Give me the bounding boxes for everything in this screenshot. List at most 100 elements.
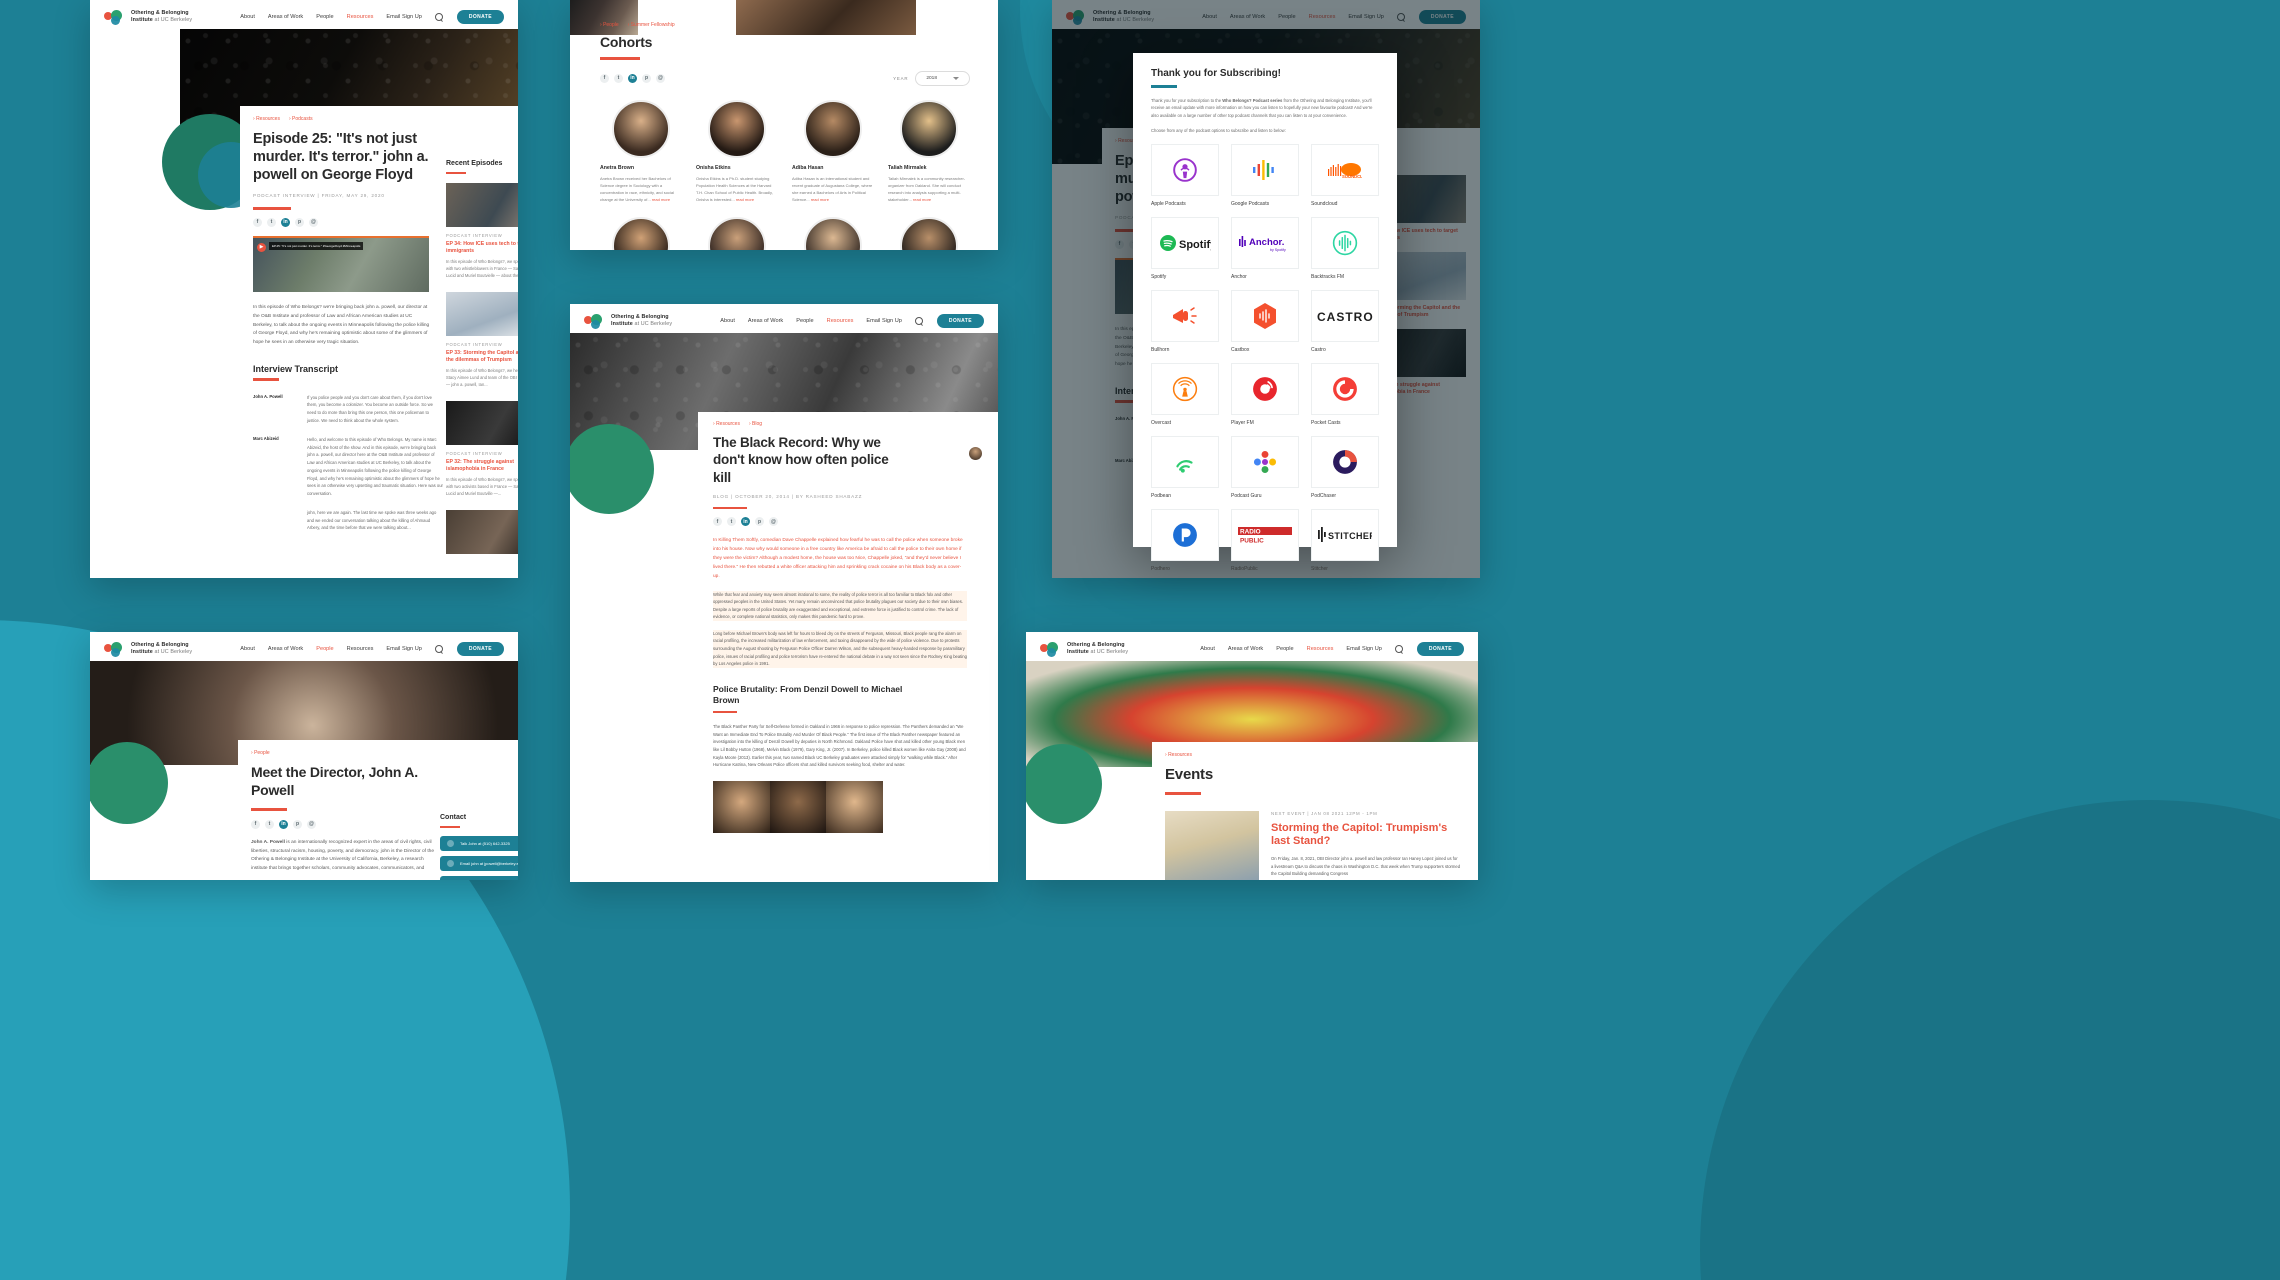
search-icon[interactable] xyxy=(914,316,924,326)
share-email-icon[interactable]: @ xyxy=(769,517,778,527)
share-linkedin-icon[interactable]: in xyxy=(279,819,288,829)
breadcrumb-blog[interactable]: Blog xyxy=(749,421,762,427)
platform-option[interactable]: Castbox xyxy=(1231,289,1299,353)
nav-item-people[interactable]: People xyxy=(316,646,333,652)
share-facebook-icon[interactable]: f xyxy=(600,73,609,83)
cohort-card[interactable]: Taliah Mirmalek Taliah Mirmalek is a com… xyxy=(888,99,970,203)
share-email-icon[interactable]: @ xyxy=(307,819,316,829)
nav-item-people[interactable]: People xyxy=(316,14,333,20)
recent-episode-item[interactable]: PODCAST INTERVIEW EP 34: How ICE uses te… xyxy=(446,183,518,280)
podbean-icon[interactable] xyxy=(1151,435,1219,488)
donate-button[interactable]: DONATE xyxy=(456,642,504,656)
episode-title[interactable]: EP 33: Storming the Capitol and the dile… xyxy=(446,350,518,364)
site-logo[interactable]: Othering & Belonging Institute at UC Berk… xyxy=(1066,9,1154,25)
podhero-icon[interactable] xyxy=(1151,508,1219,561)
platform-option[interactable]: Podhero xyxy=(1151,508,1219,572)
episode-title[interactable]: EP 34: How ICE uses tech to target immig… xyxy=(446,241,518,255)
video-play-icon[interactable]: ▶ xyxy=(257,242,266,252)
nav-item-people[interactable]: People xyxy=(1276,646,1293,652)
nav-item-email-signup[interactable]: Email Sign Up xyxy=(866,318,901,324)
search-icon[interactable] xyxy=(1394,644,1404,654)
platform-option[interactable]: SOUNDCLOUD Soundcloud xyxy=(1311,143,1379,207)
nav-item-email-signup[interactable]: Email Sign Up xyxy=(1348,14,1383,20)
nav-item-about[interactable]: About xyxy=(1202,14,1217,20)
nav-item-resources[interactable]: Resources xyxy=(1309,14,1336,20)
nav-item-areas-of-work[interactable]: Areas of Work xyxy=(1230,14,1265,20)
episode-video-player[interactable]: ▶ EP.25: "It's not just murder. It's ter… xyxy=(253,235,429,292)
stitcher-icon[interactable]: STITCHER xyxy=(1311,508,1379,561)
platform-option[interactable]: Podbean xyxy=(1151,435,1219,499)
share-pinterest-icon[interactable]: p xyxy=(295,217,304,227)
recent-episode-item[interactable]: PODCAST INTERVIEW EP 32: The struggle ag… xyxy=(446,400,518,498)
podchaser-icon[interactable] xyxy=(1311,435,1379,488)
breadcrumb-summer-fellowship[interactable]: Summer Fellowship xyxy=(628,22,675,28)
breadcrumb-podcasts[interactable]: Podcasts xyxy=(289,116,313,122)
nav-item-areas-of-work[interactable]: Areas of Work xyxy=(268,14,303,20)
bullhorn-icon[interactable] xyxy=(1151,289,1219,342)
pocketcasts-icon[interactable] xyxy=(1311,362,1379,415)
share-linkedin-icon[interactable]: in xyxy=(741,517,750,527)
share-pinterest-icon[interactable]: p xyxy=(755,517,764,527)
share-twitter-icon[interactable]: t xyxy=(267,217,276,227)
platform-option[interactable]: CASTRO Castro xyxy=(1311,289,1379,353)
nav-item-about[interactable]: About xyxy=(240,14,255,20)
read-more-link[interactable]: read more xyxy=(913,197,931,202)
read-more-link[interactable]: read more xyxy=(811,197,829,202)
cohort-card[interactable] xyxy=(792,216,874,250)
platform-option[interactable]: Anchor. by Spotify Anchor xyxy=(1231,216,1299,280)
nav-item-areas-of-work[interactable]: Areas of Work xyxy=(748,318,783,324)
breadcrumb-resources[interactable]: Resources xyxy=(253,116,280,122)
read-more-link[interactable]: read more xyxy=(652,197,670,202)
platform-option[interactable]: Player FM xyxy=(1231,362,1299,426)
episode-thumbnail[interactable] xyxy=(446,291,518,336)
share-twitter-icon[interactable]: t xyxy=(265,819,274,829)
nav-item-resources[interactable]: Resources xyxy=(347,646,374,652)
cohort-card[interactable]: Anetra Brown Anetra Brown received her B… xyxy=(600,99,682,203)
podcastguru-icon[interactable] xyxy=(1231,435,1299,488)
recent-episode-item[interactable]: PODCAST INTERVIEW EP 33: Storming the Ca… xyxy=(446,291,518,389)
platform-option[interactable]: Backtracks FM xyxy=(1311,216,1379,280)
playerfm-icon[interactable] xyxy=(1231,362,1299,415)
breadcrumb-people[interactable]: People xyxy=(600,22,619,28)
platform-option[interactable]: Pocket Casts xyxy=(1311,362,1379,426)
nav-item-email-signup[interactable]: Email Sign Up xyxy=(1346,646,1381,652)
donate-button[interactable]: DONATE xyxy=(1418,10,1466,24)
breadcrumb-resources[interactable]: Resources xyxy=(1165,752,1192,758)
radiopublic-icon[interactable]: RADIO PUBLIC xyxy=(1231,508,1299,561)
donate-button[interactable]: DONATE xyxy=(1416,642,1464,656)
cohort-card[interactable] xyxy=(600,216,682,250)
platform-option[interactable]: Overcast xyxy=(1151,362,1219,426)
share-linkedin-icon[interactable]: in xyxy=(281,217,290,227)
site-logo[interactable]: Othering & Belonging Institute at UC Berk… xyxy=(104,9,192,25)
castro-icon[interactable]: CASTRO xyxy=(1311,289,1379,342)
site-logo[interactable]: Othering & Belonging Institute at UC Berk… xyxy=(104,641,192,657)
soundcloud-icon[interactable]: SOUNDCLOUD xyxy=(1311,143,1379,196)
nav-item-people[interactable]: People xyxy=(1278,14,1295,20)
nav-item-email-signup[interactable]: Email Sign Up xyxy=(386,646,421,652)
overcast-icon[interactable] xyxy=(1151,362,1219,415)
episode-thumbnail[interactable] xyxy=(446,509,518,554)
spotify-icon[interactable]: Spotify xyxy=(1151,216,1219,269)
platform-option[interactable]: STITCHER Stitcher xyxy=(1311,508,1379,572)
search-icon[interactable] xyxy=(434,12,444,22)
platform-option[interactable]: Podcast Guru xyxy=(1231,435,1299,499)
platform-option[interactable]: Bullhorn xyxy=(1151,289,1219,353)
contact-phone-button[interactable]: Talk John at (510) 642-3325 xyxy=(440,836,518,851)
platform-option[interactable]: Apple Podcasts xyxy=(1151,143,1219,207)
nav-item-areas-of-work[interactable]: Areas of Work xyxy=(268,646,303,652)
site-logo[interactable]: Othering & Belonging Institute at UC Berk… xyxy=(584,313,672,329)
contact-email-button[interactable]: Email john at jpowell@berkeley.edu xyxy=(440,856,518,871)
episode-thumbnail[interactable] xyxy=(446,400,518,445)
share-facebook-icon[interactable]: f xyxy=(253,217,262,227)
year-select[interactable]: 2018 xyxy=(915,70,970,86)
nav-item-areas-of-work[interactable]: Areas of Work xyxy=(1228,646,1263,652)
breadcrumb-resources[interactable]: Resources xyxy=(713,421,740,427)
share-pinterest-icon[interactable]: p xyxy=(642,73,651,83)
nav-item-people[interactable]: People xyxy=(796,318,813,324)
apple-podcasts-icon[interactable] xyxy=(1151,143,1219,196)
share-email-icon[interactable]: @ xyxy=(309,217,318,227)
nav-item-resources[interactable]: Resources xyxy=(1307,646,1334,652)
share-twitter-icon[interactable]: t xyxy=(727,517,736,527)
breadcrumb-people[interactable]: People xyxy=(251,750,270,756)
castbox-icon[interactable] xyxy=(1231,289,1299,342)
